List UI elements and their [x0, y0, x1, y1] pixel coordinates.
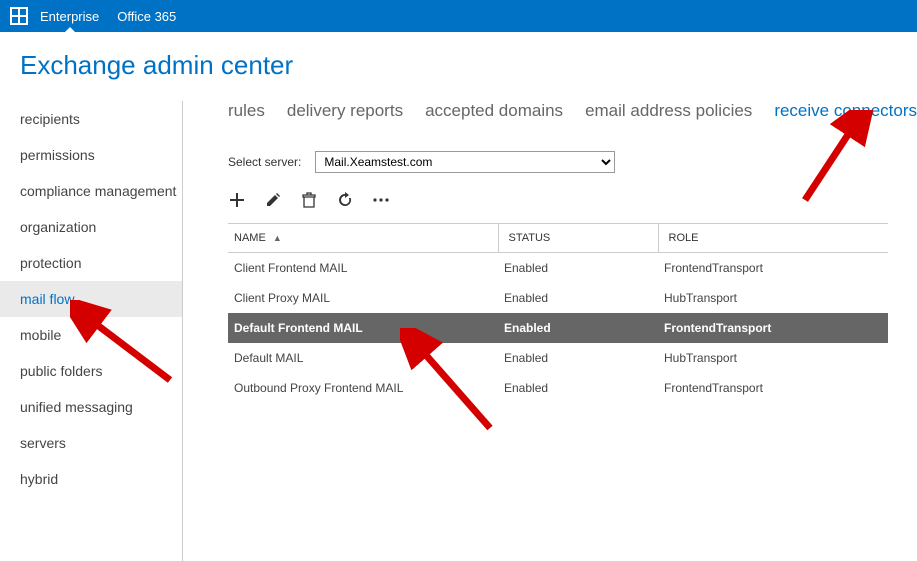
col-name-label: NAME	[234, 232, 266, 244]
tab-receive-connectors[interactable]: receive connectors	[774, 101, 917, 121]
sidebar-item-mobile[interactable]: mobile	[0, 317, 182, 353]
plus-icon	[229, 192, 245, 208]
edit-button[interactable]	[264, 191, 282, 209]
sidebar-item-organization[interactable]: organization	[0, 209, 182, 245]
table-row[interactable]: Default MAILEnabledHubTransport	[228, 343, 888, 373]
cell-name: Client Frontend MAIL	[228, 253, 498, 284]
main-panel: rules delivery reports accepted domains ema…	[183, 91, 917, 561]
cell-status: Enabled	[498, 283, 658, 313]
add-button[interactable]	[228, 191, 246, 209]
ellipsis-icon	[372, 197, 390, 203]
cell-name: Client Proxy MAIL	[228, 283, 498, 313]
cell-status: Enabled	[498, 313, 658, 343]
tab-delivery-reports[interactable]: delivery reports	[287, 101, 403, 121]
sidebar-item-compliance-management[interactable]: compliance management	[0, 173, 182, 209]
tab-rules[interactable]: rules	[228, 101, 265, 121]
table-row[interactable]: Client Frontend MAILEnabledFrontendTrans…	[228, 253, 888, 284]
table-row[interactable]: Client Proxy MAILEnabledHubTransport	[228, 283, 888, 313]
cell-status: Enabled	[498, 373, 658, 403]
refresh-button[interactable]	[336, 191, 354, 209]
trash-icon	[301, 192, 317, 208]
sidebar-item-protection[interactable]: protection	[0, 245, 182, 281]
topbar: Enterprise Office 365	[0, 0, 917, 32]
topbar-link-enterprise[interactable]: Enterprise	[40, 0, 99, 32]
table-row[interactable]: Default Frontend MAILEnabledFrontendTran…	[228, 313, 888, 343]
more-button[interactable]	[372, 191, 390, 209]
connectors-table: NAME ▲ STATUS ROLE Client Frontend MAILE…	[228, 223, 888, 403]
cell-role: HubTransport	[658, 283, 888, 313]
sidebar-item-mail-flow[interactable]: mail flow	[0, 281, 182, 317]
sidebar-item-unified-messaging[interactable]: unified messaging	[0, 389, 182, 425]
server-select-label: Select server:	[228, 155, 301, 169]
sidebar-item-permissions[interactable]: permissions	[0, 137, 182, 173]
cell-role: FrontendTransport	[658, 373, 888, 403]
cell-name: Default MAIL	[228, 343, 498, 373]
delete-button[interactable]	[300, 191, 318, 209]
cell-status: Enabled	[498, 343, 658, 373]
sort-asc-icon: ▲	[273, 233, 282, 243]
table-header-row: NAME ▲ STATUS ROLE	[228, 224, 888, 253]
cell-role: HubTransport	[658, 343, 888, 373]
server-select[interactable]: Mail.Xeamstest.com	[315, 151, 615, 173]
page-title: Exchange admin center	[20, 50, 917, 81]
cell-name: Default Frontend MAIL	[228, 313, 498, 343]
pencil-icon	[265, 192, 281, 208]
cell-role: FrontendTransport	[658, 253, 888, 284]
toolbar	[228, 191, 917, 209]
tabs: rules delivery reports accepted domains ema…	[228, 101, 917, 121]
office-logo-icon	[10, 7, 28, 25]
col-role[interactable]: ROLE	[658, 224, 888, 253]
tab-email-address-policies[interactable]: email address policies	[585, 101, 752, 121]
table-row[interactable]: Outbound Proxy Frontend MAILEnabledFront…	[228, 373, 888, 403]
sidebar-item-public-folders[interactable]: public folders	[0, 353, 182, 389]
cell-role: FrontendTransport	[658, 313, 888, 343]
server-select-row: Select server: Mail.Xeamstest.com	[228, 151, 917, 173]
title-area: Exchange admin center	[0, 32, 917, 91]
refresh-icon	[337, 192, 353, 208]
cell-name: Outbound Proxy Frontend MAIL	[228, 373, 498, 403]
col-status[interactable]: STATUS	[498, 224, 658, 253]
tab-accepted-domains[interactable]: accepted domains	[425, 101, 563, 121]
topbar-link-office365[interactable]: Office 365	[117, 0, 176, 32]
sidebar-item-hybrid[interactable]: hybrid	[0, 461, 182, 497]
sidebar-item-recipients[interactable]: recipients	[0, 101, 182, 137]
cell-status: Enabled	[498, 253, 658, 284]
sidebar: recipientspermissionscompliance manageme…	[0, 91, 182, 561]
col-name[interactable]: NAME ▲	[228, 224, 498, 253]
sidebar-item-servers[interactable]: servers	[0, 425, 182, 461]
